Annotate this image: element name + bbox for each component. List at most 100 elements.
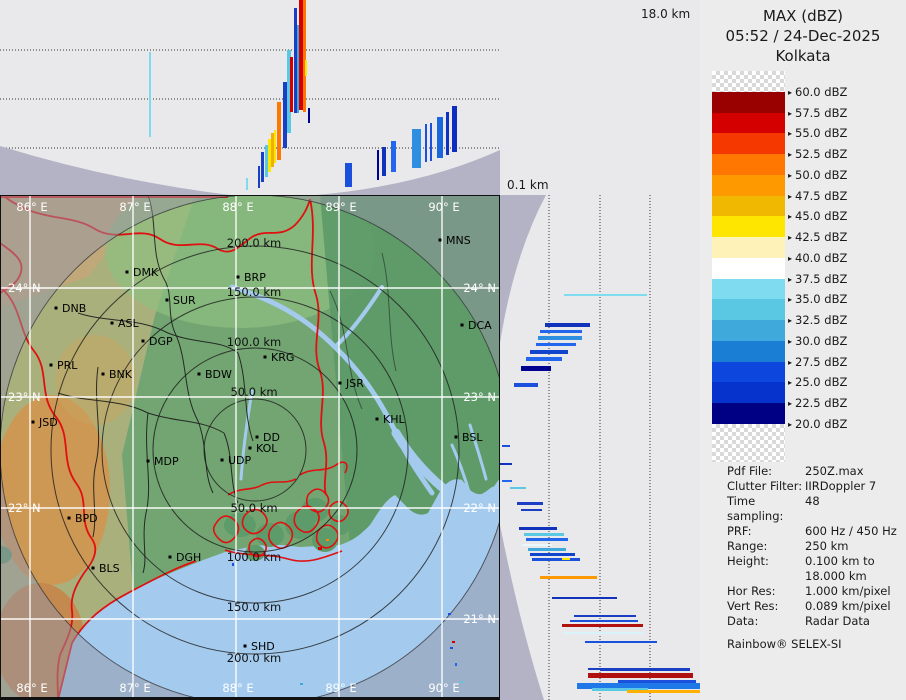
- scale-cell: [712, 382, 785, 403]
- echo-bar: [277, 102, 281, 160]
- city-label: SUR: [173, 294, 196, 307]
- metadata-label: Pdf File:: [727, 464, 773, 478]
- echo-bar: [437, 117, 443, 158]
- threshold-arrow-icon: ▸: [788, 316, 793, 325]
- city-dot: [460, 323, 464, 327]
- echo-bar: [294, 8, 297, 113]
- echo-bar: [519, 527, 557, 530]
- scale-threshold-label: ▸ 30.0 dBZ: [788, 333, 848, 348]
- echo-bar: [382, 147, 386, 176]
- echo-bar: [258, 166, 260, 188]
- echo-bar: [246, 178, 248, 190]
- echo-bar: [377, 150, 379, 180]
- metadata-label: Vert Res:: [727, 599, 779, 613]
- scale-threshold-label: ▸ 22.5 dBZ: [788, 396, 848, 410]
- city-label: JSD: [38, 416, 58, 429]
- metadata-value: 1.000 km/pixel: [805, 584, 891, 598]
- echo-bar: [510, 487, 526, 489]
- scale-cell: [712, 195, 785, 217]
- latitude-label-right: 23° N: [463, 390, 496, 404]
- metadata-row: Time sampling: 48: [727, 494, 903, 524]
- latitude-label-right: 24° N: [463, 281, 496, 295]
- range-ring-label: 100.0 km: [227, 335, 281, 349]
- metadata-value: 48: [805, 494, 820, 508]
- metadata-row: Range: 250 km: [727, 539, 903, 554]
- metadata-value: 250Z.max: [805, 464, 864, 478]
- city-dot: [338, 381, 342, 385]
- city-label: KRG: [271, 351, 294, 364]
- echo-bar: [526, 357, 562, 361]
- scale-threshold-label: ▸ 35.0 dBZ: [788, 292, 848, 307]
- dbz-color-scale: ▸ 60.0 dBZ ▸ 57.5 dBZ ▸ 55.0 dBZ ▸ 52.5 dBZ ▸ 50.…: [712, 71, 847, 462]
- latitude-label-right: 22° N: [463, 501, 496, 515]
- metadata-label: Hor Res:: [727, 584, 776, 598]
- echo-bar: [530, 553, 575, 556]
- scale-cell: [712, 278, 785, 300]
- scale-cell: [712, 299, 785, 320]
- scale-threshold-label: ▸ 45.0 dBZ: [788, 209, 848, 224]
- city-dot: [236, 275, 240, 279]
- city-dot: [263, 355, 267, 359]
- city-dot: [141, 339, 145, 343]
- echo-bar: [564, 294, 647, 296]
- latitude-label-left: 24° N: [8, 281, 41, 295]
- echo-bar: [536, 343, 576, 346]
- metadata-row: PRF: 600 Hz / 450 Hz: [727, 524, 903, 539]
- right-profile-echo-bars: [500, 294, 700, 693]
- metadata-value: IIRDoppler 7: [805, 479, 877, 493]
- city-dot: [220, 458, 224, 462]
- metadata-row: Height: 0.100 km to 18.000 km: [727, 554, 903, 584]
- scale-cell: [712, 257, 785, 279]
- scale-threshold-label: ▸ 40.0 dBZ: [788, 250, 848, 265]
- top-height-profile-panel: [0, 0, 500, 195]
- longitude-label-bottom: 87° E: [119, 681, 150, 695]
- city-label: BPD: [75, 512, 98, 525]
- echo-bar: [540, 576, 597, 579]
- echo-bar: [552, 597, 617, 599]
- station-name: Kolkata: [775, 47, 831, 65]
- city-label: BSL: [462, 431, 483, 444]
- scale-cell: [712, 320, 785, 341]
- echo-bar: [265, 145, 268, 177]
- metadata-label: Height:: [727, 554, 769, 568]
- echo-bar: [303, 0, 306, 112]
- threshold-arrow-icon: ▸: [788, 253, 793, 263]
- metadata-value: 0.089 km/pixel: [805, 599, 891, 613]
- echo-bar: [305, 60, 307, 76]
- city-label: BDW: [205, 368, 232, 381]
- echo-bar: [290, 57, 293, 112]
- longitude-label-bottom: 89° E: [325, 681, 356, 695]
- echo-bar: [574, 615, 636, 617]
- scale-threshold-label: ▸ 60.0 dBZ: [788, 84, 848, 99]
- city-label: DMK: [133, 266, 159, 279]
- city-dot: [67, 516, 71, 520]
- longitude-label-top: 90° E: [428, 200, 459, 214]
- threshold-arrow-icon: ▸: [788, 295, 793, 305]
- echo-bar: [297, 25, 299, 113]
- city-dot: [110, 321, 114, 325]
- echo-bar: [308, 108, 310, 123]
- city-dot: [248, 446, 252, 450]
- scale-threshold-label: ▸ 25.0 dBZ: [788, 375, 848, 390]
- echo-bar: [627, 690, 700, 693]
- city-dot: [438, 238, 442, 242]
- metadata-value: Radar Data: [805, 614, 870, 628]
- city-label: MDP: [154, 455, 179, 468]
- blind-wedge-bottom: [500, 525, 544, 700]
- scale-cell: [712, 133, 785, 154]
- threshold-arrow-icon: ▸: [788, 150, 793, 159]
- echo-bar: [522, 544, 552, 546]
- longitude-label-top: 86° E: [16, 200, 47, 214]
- metadata-value: 250 km: [805, 539, 849, 553]
- longitude-label-top: 89° E: [325, 200, 356, 214]
- scale-cell: [712, 403, 785, 424]
- city-dot: [91, 566, 95, 570]
- scale-cell: [712, 423, 785, 462]
- scale-cell: [712, 340, 785, 362]
- metadata-rows: Pdf File: 250Z.max Clutter Filter: IIRDoppl…: [727, 464, 903, 629]
- threshold-arrow-icon: ▸: [788, 170, 793, 180]
- right-height-profile-panel: [500, 195, 700, 700]
- echo-bar: [526, 538, 568, 541]
- longitude-label-top: 88° E: [222, 200, 253, 214]
- echo-bar: [530, 350, 568, 354]
